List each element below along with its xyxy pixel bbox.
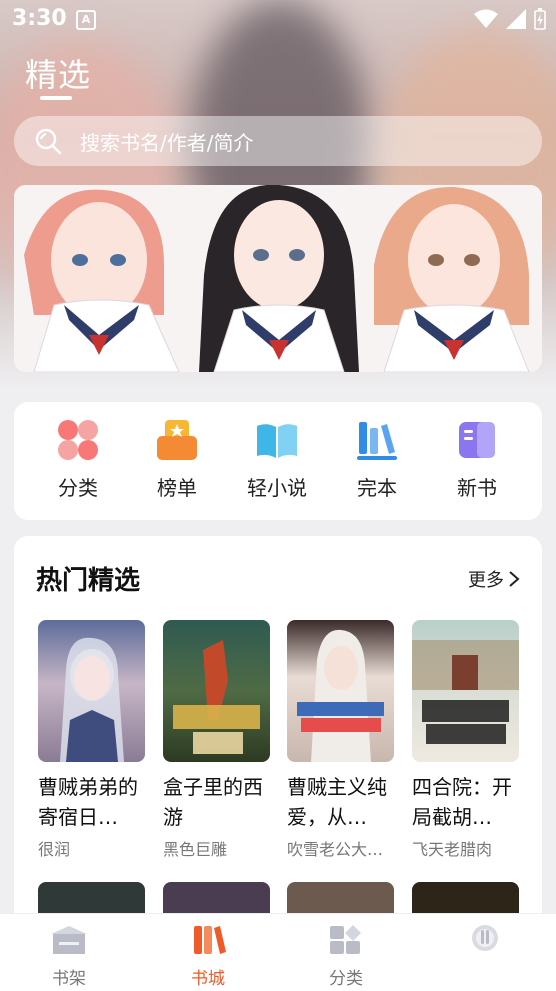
promo-banner[interactable] xyxy=(14,185,542,372)
book-author: 很润 xyxy=(38,840,71,859)
book-card[interactable]: 四合院：开局截胡… 飞天老腊肉 xyxy=(412,620,519,860)
banner-illustration xyxy=(14,185,542,372)
book-title: 四合院：开局截胡… xyxy=(412,775,512,829)
open-book-icon xyxy=(257,424,297,458)
book-card[interactable]: 曹贼弟弟的寄宿日… 很润 xyxy=(38,620,145,860)
tab-bookshelf[interactable]: 书架 xyxy=(24,924,114,989)
hot-picks-section: 热门精选 更多 曹贼弟弟的寄宿日… 很润 盒子里的西游 黑色巨雕 曹贼主义纯爱，… xyxy=(14,536,542,956)
search-input[interactable]: 搜索书名/作者/简介 xyxy=(14,116,542,166)
quick-nav-completed[interactable]: 完本 xyxy=(332,416,422,501)
wifi-icon xyxy=(474,9,498,28)
quick-nav-label: 完本 xyxy=(357,476,397,500)
status-icons xyxy=(474,8,546,30)
book-card[interactable]: 曹贼主义纯爱，从… 吹雪老公大… xyxy=(287,620,394,860)
profile-tab-icon xyxy=(472,925,498,951)
tab-profile[interactable] xyxy=(440,924,530,964)
book-title: 曹贼弟弟的寄宿日… xyxy=(38,775,138,829)
book-title: 曹贼主义纯爱，从… xyxy=(287,775,387,829)
quick-nav: 分类 榜单 轻小说 完本 新书 xyxy=(14,402,542,520)
chevron-right-icon xyxy=(509,571,520,587)
battery-icon xyxy=(534,8,546,30)
signal-icon xyxy=(506,9,526,29)
book-author: 黑色巨雕 xyxy=(163,840,228,859)
bookstore-tab-icon xyxy=(194,926,226,954)
book-card[interactable]: 盒子里的西游 黑色巨雕 xyxy=(163,620,270,860)
search-placeholder: 搜索书名/作者/简介 xyxy=(80,130,254,155)
bookshelf-tab-icon xyxy=(51,926,87,954)
category-tab-icon xyxy=(330,925,361,954)
more-label: 更多 xyxy=(468,570,504,591)
more-link[interactable]: 更多 xyxy=(468,566,520,592)
book-cover xyxy=(163,620,270,762)
book-title: 盒子里的西游 xyxy=(163,775,263,829)
notification-icon: A xyxy=(76,10,96,30)
tab-category[interactable]: 分类 xyxy=(301,924,391,989)
trophy-stack-icon xyxy=(157,420,197,460)
quick-nav-label: 新书 xyxy=(457,476,497,500)
tab-label: 书城 xyxy=(191,969,225,989)
book-author: 吹雪老公大… xyxy=(287,840,384,859)
quick-nav-label: 轻小说 xyxy=(247,476,307,500)
search-icon xyxy=(35,128,62,155)
page-title[interactable]: 精选 xyxy=(25,50,91,96)
bookshelf-icon xyxy=(357,422,397,460)
status-time: 3:30 xyxy=(12,6,67,31)
tab-label: 分类 xyxy=(329,969,363,989)
book-author: 飞天老腊肉 xyxy=(412,840,493,859)
tab-label: 书架 xyxy=(52,969,86,989)
new-book-icon xyxy=(459,422,495,458)
book-cover xyxy=(287,620,394,762)
bottom-tab-bar: 书架 书城 分类 xyxy=(0,913,556,991)
section-title: 热门精选 xyxy=(36,566,141,596)
book-cover xyxy=(412,620,519,762)
quick-nav-ranking[interactable]: 榜单 xyxy=(132,416,222,501)
grid-four-icon xyxy=(58,420,98,460)
quick-nav-category[interactable]: 分类 xyxy=(33,416,123,501)
quick-nav-new-books[interactable]: 新书 xyxy=(432,416,522,501)
quick-nav-label: 分类 xyxy=(58,476,98,500)
quick-nav-label: 榜单 xyxy=(157,476,197,500)
tab-bookstore[interactable]: 书城 xyxy=(163,924,253,989)
status-bar: 3:30 A xyxy=(0,0,556,38)
quick-nav-light-novel[interactable]: 轻小说 xyxy=(232,416,322,501)
title-underline xyxy=(40,96,72,100)
book-cover xyxy=(38,620,145,762)
